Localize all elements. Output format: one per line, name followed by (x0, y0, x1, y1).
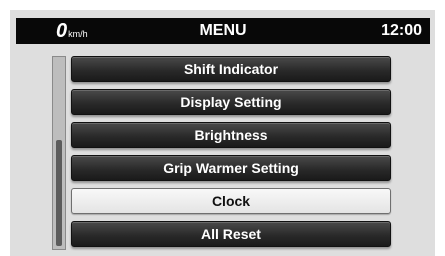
clock-display: 12:00 (381, 22, 422, 39)
menu-item-label: Clock (211, 193, 251, 209)
menu-item-label: Brightness (194, 127, 268, 143)
menu-item-brightness[interactable]: Brightness (71, 122, 391, 148)
menu-item-label: Grip Warmer Setting (163, 160, 299, 176)
menu-item-clock[interactable]: Clock (71, 188, 391, 214)
menu-item-label: Display Setting (180, 94, 282, 110)
display-screen: 0km/h MENU 12:00 Shift Indicator Display… (0, 0, 445, 256)
menu-item-grip-warmer-setting[interactable]: Grip Warmer Setting (71, 155, 391, 181)
menu-list: Shift Indicator Display Setting Brightne… (71, 56, 391, 254)
menu-item-label: Shift Indicator (183, 61, 279, 77)
scrollbar-thumb[interactable] (56, 140, 62, 246)
menu-item-shift-indicator[interactable]: Shift Indicator (71, 56, 391, 82)
menu-item-label: All Reset (201, 226, 261, 242)
status-bar: 0km/h MENU 12:00 (16, 18, 430, 44)
menu-item-display-setting[interactable]: Display Setting (71, 89, 391, 115)
scrollbar[interactable] (52, 56, 66, 250)
menu-item-all-reset[interactable]: All Reset (71, 221, 391, 247)
page-title: MENU (199, 22, 247, 39)
